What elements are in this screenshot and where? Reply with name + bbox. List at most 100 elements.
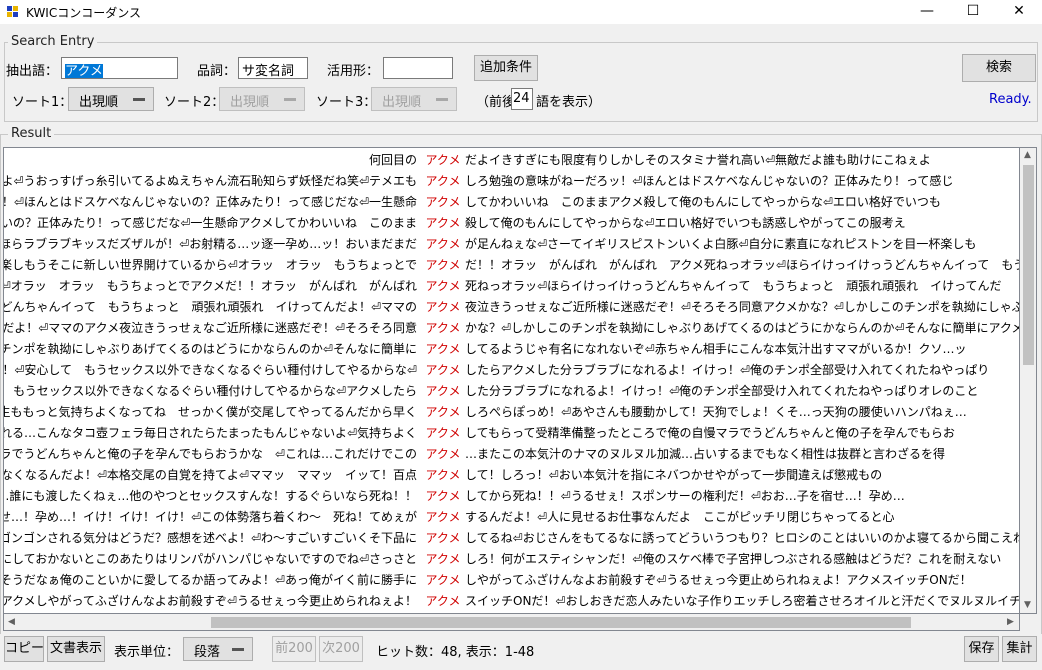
- unit-dropdown[interactable]: 段落: [183, 637, 253, 661]
- table-row[interactable]: イけっうどんちゃんイって もうちょっと 頑張れ頑張れ イけってんだよ！⏎ママのア…: [4, 297, 1019, 318]
- table-row[interactable]: 受付取れ！⏎安心して もうセックス以外できなくなるぐらい種付けしてやるからな⏎ ア…: [3, 360, 1019, 381]
- sort2-label: ソート2：: [164, 95, 225, 110]
- table-row[interactable]: ね⏎ほらラブラブキッスだズザルが！⏎お射精る…ッ逐一孕め…ッ！おいまだまだ アクメ…: [4, 234, 1019, 255]
- keyword: アクメ: [425, 342, 461, 356]
- keyword: アクメ: [425, 363, 461, 377]
- table-row[interactable]: 識できなくなるんだよ！⏎本格交尾の自覚を持てよ⏎ママッ ママッ イッて！百点 アク…: [4, 465, 1019, 486]
- keyword: アクメ: [425, 384, 461, 398]
- table-row[interactable]: に勝手にアクメしやがってふざけんなよお前殺すぞ⏎うるせぇっ今更止められねぇよ！ ア…: [3, 591, 1019, 612]
- table-row[interactable]: 飲み込まれる…こんなタコ壺フェラ毎日されたらたまったもんじゃないよ⏎気持ちよくア…: [4, 423, 1019, 444]
- left-context: ているから⏎オラッ オラッ もうちょっとでアクメだ！！オラッ がんばれ がんばれ: [4, 279, 417, 293]
- right-context: 死ねっオラッ⏎ほらイけっイけっうどんちゃんイって もうちょっと 頑張れ頑張れ イ…: [465, 279, 1002, 293]
- pos-label: 品詞：: [197, 64, 237, 79]
- scroll-right-icon[interactable]: ▶: [1007, 617, 1014, 627]
- left-context: しかしこのチンポを執拗にしゃぶりあげてくるのはどうにかならんのか⏎そんなに簡単に: [3, 342, 417, 356]
- right-context: しろ勉強の意味がねーだろッ！⏎ほんとはドスケベなんじゃないの？正体みたり！って感…: [465, 174, 954, 188]
- conj-label: 活用形：: [327, 64, 380, 79]
- table-row[interactable]: 何回目の アクメ だよイきすぎにも限度有りしかしそのスタミナ誉れ高い⏎無敵だよ誰も助…: [4, 150, 1019, 171]
- app-icon: [7, 6, 19, 18]
- search-entry-legend: Search Entry: [8, 34, 98, 49]
- close-icon[interactable]: ✕: [996, 0, 1042, 24]
- table-row[interactable]: しかしこのチンポを執拗にしゃぶりあげてくるのはどうにかならんのか⏎そんなに簡単に…: [3, 339, 1019, 360]
- keyword: アクメ: [425, 300, 461, 314]
- left-context: マラでうどんちゃんと俺の子を孕んでもらおうかな ⏎これは…これだけでこの: [3, 447, 417, 461]
- copy-button[interactable]: コピー: [4, 636, 44, 662]
- stats-button[interactable]: 集計: [1002, 636, 1037, 662]
- table-row[interactable]: じゃねぇそうだなぁ俺のこといかに愛してるか語ってみよ！⏎あっ俺がイく前に勝手にア…: [4, 570, 1019, 591]
- status-text: Ready.: [989, 92, 1032, 107]
- table-row[interactable]: ってんだよ！⏎ママのアクメ夜泣きうっせぇなご近所様に迷惑だぞ！⏎そろそろ同意 アク…: [3, 318, 1020, 339]
- left-context: 何回目の: [368, 153, 417, 167]
- left-context: だろッ！⏎ほんとはドスケベなんじゃないの？正体みたり！って感じだな⏎一生懸命: [3, 195, 417, 209]
- conj-input[interactable]: [383, 57, 453, 79]
- left-context: きるか！先生ももっと気持ちよくなってね せっかく僕が交尾してやってるんだから早く: [4, 405, 417, 419]
- sort1-label: ソート1：: [12, 95, 73, 110]
- right-context: して！しろっ！⏎おい本気汁を指にネバつかせやがって一歩間違えば懲戒もの: [465, 468, 883, 482]
- table-row[interactable]: ⏎安心して もうセックス以外できなくなるぐらい種付けしてやるからな⏎アクメしたら…: [4, 381, 1019, 402]
- right-context: してるようじゃ有名になれないぞ⏎赤ちゃん相手にこんな本気汁出すママがいるか！クソ…: [465, 342, 967, 356]
- scroll-left-icon[interactable]: ◀: [8, 617, 15, 627]
- table-row[interactable]: きるか！先生ももっと気持ちよくなってね せっかく僕が交尾してやってるんだから早く…: [4, 402, 1019, 423]
- table-row[interactable]: ているから⏎オラッ オラッ もうちょっとでアクメだ！！オラッ がんばれ がんばれ…: [4, 276, 1019, 297]
- table-row[interactable]: 宮をゴンゴンされる気分はどうだ？感想を述べよ！⏎わ〜すごいすごいくそ下品に アクメ…: [3, 528, 1020, 549]
- keyword: アクメ: [425, 279, 461, 293]
- extract-input[interactable]: アクメ: [61, 57, 178, 79]
- sort3-label: ソート3：: [316, 95, 377, 110]
- keyword: アクメ: [425, 531, 461, 545]
- keyword: アクメ: [425, 237, 461, 251]
- right-context: だよイきすぎにも限度有りしかしそのスタミナ誉れ高い⏎無敵だよ誰も助けにこねぇよ: [465, 153, 931, 167]
- context-prefix: （前後: [476, 95, 516, 110]
- save-button[interactable]: 保存: [964, 636, 999, 662]
- left-context: 受付取れ！⏎安心して もうセックス以外できなくなるぐらい種付けしてやるからな⏎: [3, 363, 417, 377]
- table-row[interactable]: 得点だよ⏎うおっすげっ糸引いてるよぬえちゃん流石恥知らず妖怪だね笑⏎テメエも アク…: [4, 171, 1019, 192]
- sort1-dropdown[interactable]: 出現順: [68, 87, 154, 111]
- right-context: かな？⏎しかしこのチンポを執拗にしゃぶりあげてくるのはどうにかならんのか⏎そんな…: [465, 321, 1020, 335]
- context-input[interactable]: 24: [511, 88, 533, 110]
- right-context: しろぺらぽっめ！⏎あやさんも腰動かして！天狗でしょ！くそ…っ天狗の腰使いハンパね…: [465, 405, 967, 419]
- keyword: アクメ: [425, 258, 461, 272]
- table-row[interactable]: じゃないの？正体みたり！って感じだな⏎一生懸命アクメしてかわいいね このまま アク…: [3, 213, 1019, 234]
- sort2-dropdown[interactable]: 出現順: [219, 87, 305, 111]
- horizontal-scroll-thumb[interactable]: [211, 617, 911, 628]
- left-context: 宮をゴンゴンされる気分はどうだ？感想を述べよ！⏎わ〜すごいすごいくそ下品に: [3, 531, 417, 545]
- table-row[interactable]: までオイリーにしておかないとこのあたりはリンパがハンパじゃないですのでね⏎さっさ…: [4, 549, 1019, 570]
- context-suffix: 語を表示）: [536, 95, 602, 110]
- left-context: ンを目一杯楽しもうそこに新しい世界開けているから⏎オラッ オラッ もうちょっとで: [4, 258, 417, 272]
- document-view-button[interactable]: 文書表示: [47, 636, 105, 662]
- left-context: イけっうどんちゃんイって もうちょっと 頑張れ頑張れ イけってんだよ！⏎ママの: [4, 300, 417, 314]
- keyword: アクメ: [425, 573, 461, 587]
- search-button[interactable]: 検索: [962, 54, 1036, 82]
- table-row[interactable]: ンを目一杯楽しもうそこに新しい世界開けているから⏎オラッ オラッ もうちょっとで…: [4, 255, 1019, 276]
- keyword: アクメ: [425, 468, 461, 482]
- unit-label: 表示単位：: [114, 645, 180, 660]
- keyword: アクメ: [425, 405, 461, 419]
- table-row[interactable]: マラでうどんちゃんと俺の子を孕んでもらおうかな ⏎これは…これだけでこの アクメ ……: [3, 444, 1019, 465]
- left-context: に勝手にアクメしやがってふざけんなよお前殺すぞ⏎うるせぇっ今更止められねぇよ！: [3, 594, 417, 608]
- scroll-down-icon[interactable]: ▼: [1024, 600, 1031, 610]
- keyword: アクメ: [425, 216, 461, 230]
- keyword: アクメ: [425, 426, 461, 440]
- minimize-icon[interactable]: —: [904, 0, 950, 24]
- sort3-dropdown[interactable]: 出現順: [371, 87, 457, 111]
- kwic-results-list[interactable]: 何回目のアクメ だよイきすぎにも限度有りしかしそのスタミナ誉れ高い⏎無敵だよ誰も助…: [3, 147, 1020, 614]
- table-row[interactable]: ⏎クソ…誰にも渡したくねぇ…他のやつとセックスすんな！するぐらいなら死ね！！ アク…: [4, 486, 1019, 507]
- table-row[interactable]: 宿せ…！孕め…！イけ！イけ！イけ！⏎この体勢落ち着くわ〜 死ね！てめぇが アクメす…: [4, 507, 1019, 528]
- pos-input[interactable]: サ変名詞: [238, 57, 308, 79]
- vertical-scrollbar[interactable]: ▲ ▼: [1020, 147, 1037, 614]
- right-context: 殺して俺のもんにしてやっからな⏎エロい格好でいつも誘惑しやがってこの服考え: [465, 216, 906, 230]
- next-200-button[interactable]: 次200: [319, 636, 363, 662]
- scroll-up-icon[interactable]: ▲: [1024, 150, 1031, 160]
- right-context: してもらって受精準備整ったところで俺の自慢マラでうどんちゃんと俺の子を孕んでもら…: [465, 426, 955, 440]
- left-context: ⏎安心して もうセックス以外できなくなるぐらい種付けしてやるからな⏎アクメしたら: [4, 384, 417, 398]
- left-context: じゃないの？正体みたり！って感じだな⏎一生懸命アクメしてかわいいね このまま: [3, 216, 417, 230]
- add-condition-button[interactable]: 追加条件: [474, 55, 538, 81]
- right-context: したらアクメした分ラブラブになれるよ！イけっ！⏎俺のチンポ全部受け入れてくれたね…: [465, 363, 990, 377]
- horizontal-scrollbar[interactable]: ◀ ▶: [3, 614, 1020, 631]
- maximize-icon[interactable]: ☐: [950, 0, 996, 24]
- table-row[interactable]: だろッ！⏎ほんとはドスケベなんじゃないの？正体みたり！って感じだな⏎一生懸命 アク…: [3, 192, 1019, 213]
- prev-200-button[interactable]: 前200: [272, 636, 316, 662]
- right-context: してるね⏎おじさんをもてるなに誘ってどういうつもり？ヒロシのことはいいのかよ寝て…: [465, 531, 1020, 545]
- keyword: アクメ: [425, 489, 461, 503]
- vertical-scroll-thumb[interactable]: [1023, 165, 1034, 365]
- left-context: ってんだよ！⏎ママのアクメ夜泣きうっせぇなご近所様に迷惑だぞ！⏎そろそろ同意: [3, 321, 417, 335]
